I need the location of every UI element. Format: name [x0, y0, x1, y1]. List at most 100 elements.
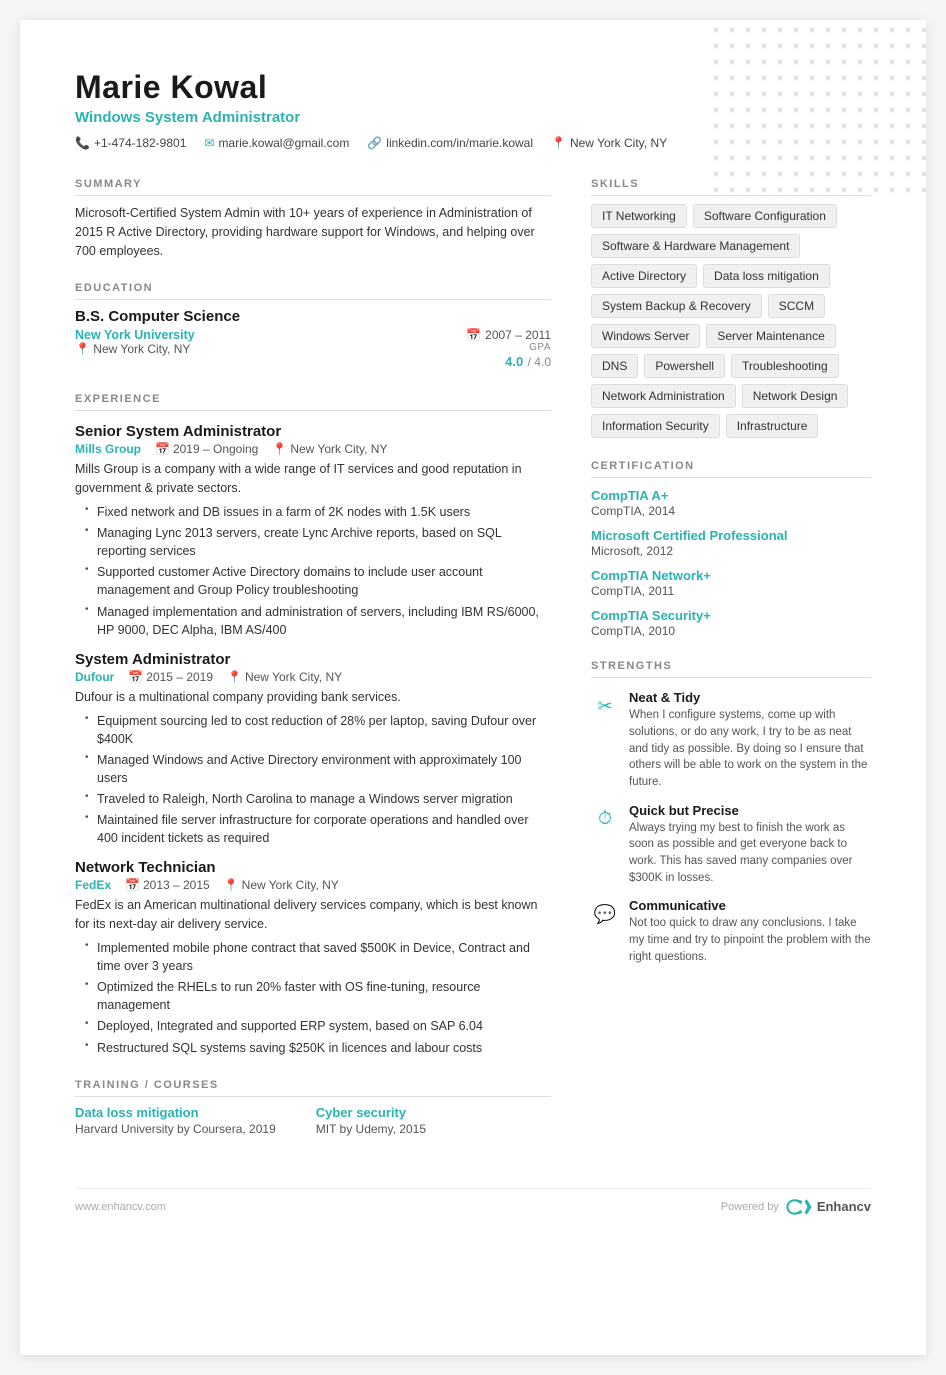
- job-description: Mills Group is a company with a wide ran…: [75, 460, 551, 498]
- skill-tag: Network Design: [742, 384, 849, 408]
- certification-item: Microsoft Certified Professional Microso…: [591, 528, 871, 558]
- footer-brand: Powered by Enhancv: [721, 1199, 871, 1215]
- education-section: EDUCATION B.S. Computer Science New York…: [75, 282, 551, 371]
- school-location-icon: 📍: [75, 342, 90, 356]
- strength-description: Not too quick to draw any conclusions. I…: [629, 915, 871, 965]
- strengths-section: STRENGTHS ✂ Neat & Tidy When I configure…: [591, 660, 871, 965]
- skill-tag: IT Networking: [591, 204, 687, 228]
- candidate-title: Windows System Administrator: [75, 109, 871, 126]
- right-column: SKILLS IT NetworkingSoftware Configurati…: [591, 178, 871, 1158]
- education-right: 📅 2007 – 2011 GPA 4.0 / 4.0: [466, 328, 551, 371]
- linkedin-url: linkedin.com/in/marie.kowal: [386, 136, 533, 150]
- job-bullet: Managing Lync 2013 servers, create Lync …: [85, 524, 551, 560]
- job-meta: FedEx 📅 2013 – 2015 📍 New York City, NY: [75, 878, 551, 892]
- job-bullet: Managed implementation and administratio…: [85, 603, 551, 639]
- certification-item: CompTIA Network+ CompTIA, 2011: [591, 568, 871, 598]
- training-name: Data loss mitigation: [75, 1105, 276, 1120]
- job-location: 📍 New York City, NY: [224, 878, 339, 892]
- skill-tag: Active Directory: [591, 264, 697, 288]
- skill-tag: Software Configuration: [693, 204, 837, 228]
- enhancv-logo: Enhancv: [785, 1199, 871, 1215]
- strength-item: 💬 Communicative Not too quick to draw an…: [591, 898, 871, 965]
- job-location: 📍 New York City, NY: [227, 670, 342, 684]
- job-company: Dufour: [75, 670, 114, 684]
- skill-tag: Windows Server: [591, 324, 700, 348]
- strength-icon: 💬: [591, 900, 619, 928]
- gpa-max: / 4.0: [528, 355, 551, 369]
- job-location: 📍 New York City, NY: [272, 442, 387, 456]
- education-left: New York University 📍 New York City, NY: [75, 328, 195, 356]
- powered-by-text: Powered by: [721, 1201, 779, 1213]
- job-bullet: Maintained file server infrastructure fo…: [85, 811, 551, 847]
- brand-name: Enhancv: [817, 1199, 871, 1214]
- degree-name: B.S. Computer Science: [75, 308, 551, 325]
- job-dates: 📅 2013 – 2015: [125, 878, 210, 892]
- summary-text: Microsoft-Certified System Admin with 10…: [75, 204, 551, 260]
- skill-tag: Information Security: [591, 414, 720, 438]
- certification-item: CompTIA A+ CompTIA, 2014: [591, 488, 871, 518]
- skill-tag: DNS: [591, 354, 638, 378]
- strength-body: Neat & Tidy When I configure systems, co…: [629, 690, 871, 790]
- resume-footer: www.enhancv.com Powered by Enhancv: [75, 1188, 871, 1215]
- job-dates: 📅 2015 – 2019: [128, 670, 213, 684]
- job-description: FedEx is an American multinational deliv…: [75, 896, 551, 934]
- gpa-value: 4.0: [505, 354, 523, 369]
- job-bullets: Fixed network and DB issues in a farm of…: [75, 503, 551, 639]
- job-bullets: Equipment sourcing led to cost reduction…: [75, 712, 551, 848]
- linkedin-contact: 🔗 linkedin.com/in/marie.kowal: [367, 136, 533, 150]
- strengths-title: STRENGTHS: [591, 660, 871, 678]
- experience-section: EXPERIENCE Senior System Administrator M…: [75, 393, 551, 1056]
- location-icon: 📍: [551, 136, 566, 150]
- cert-issuer: CompTIA, 2014: [591, 504, 871, 518]
- strength-body: Communicative Not too quick to draw any …: [629, 898, 871, 965]
- certification-title: CERTIFICATION: [591, 460, 871, 478]
- cert-issuer: Microsoft, 2012: [591, 544, 871, 558]
- training-section: TRAINING / COURSES Data loss mitigation …: [75, 1079, 551, 1136]
- job-bullet: Deployed, Integrated and supported ERP s…: [85, 1017, 551, 1035]
- experience-job-item: Network Technician FedEx 📅 2013 – 2015 📍…: [75, 859, 551, 1056]
- strength-item: ✂ Neat & Tidy When I configure systems, …: [591, 690, 871, 790]
- contact-bar: 📞 +1-474-182-9801 ✉ marie.kowal@gmail.co…: [75, 136, 871, 150]
- skill-tag: Troubleshooting: [731, 354, 839, 378]
- skill-tag: SCCM: [768, 294, 825, 318]
- candidate-name: Marie Kowal: [75, 70, 871, 105]
- education-dates: 📅 2007 – 2011: [466, 328, 551, 342]
- certification-section: CERTIFICATION CompTIA A+ CompTIA, 2014 M…: [591, 460, 871, 638]
- job-bullet: Implemented mobile phone contract that s…: [85, 939, 551, 975]
- enhancv-icon: [785, 1199, 813, 1215]
- strength-title: Quick but Precise: [629, 803, 871, 818]
- job-meta: Dufour 📅 2015 – 2019 📍 New York City, NY: [75, 670, 551, 684]
- job-bullet: Equipment sourcing led to cost reduction…: [85, 712, 551, 748]
- job-bullets: Implemented mobile phone contract that s…: [75, 939, 551, 1057]
- training-grid: Data loss mitigation Harvard University …: [75, 1105, 551, 1136]
- training-item: Data loss mitigation Harvard University …: [75, 1105, 276, 1136]
- cert-name: Microsoft Certified Professional: [591, 528, 871, 543]
- skill-tag: Powershell: [644, 354, 725, 378]
- skill-tag: Network Administration: [591, 384, 736, 408]
- experience-title: EXPERIENCE: [75, 393, 551, 411]
- skill-tag: Server Maintenance: [706, 324, 835, 348]
- location-text: New York City, NY: [570, 136, 667, 150]
- strength-description: When I configure systems, come up with s…: [629, 707, 871, 790]
- phone-icon: 📞: [75, 136, 90, 150]
- summary-section: SUMMARY Microsoft-Certified System Admin…: [75, 178, 551, 260]
- cert-name: CompTIA Security+: [591, 608, 871, 623]
- job-bullet: Fixed network and DB issues in a farm of…: [85, 503, 551, 521]
- school-name: New York University: [75, 328, 195, 342]
- job-title: Network Technician: [75, 859, 551, 876]
- job-meta: Mills Group 📅 2019 – Ongoing 📍 New York …: [75, 442, 551, 456]
- cert-name: CompTIA A+: [591, 488, 871, 503]
- skills-grid: IT NetworkingSoftware Configuration Softw…: [591, 204, 871, 438]
- job-title: Senior System Administrator: [75, 423, 551, 440]
- gpa-container: GPA 4.0 / 4.0: [466, 342, 551, 371]
- strengths-list: ✂ Neat & Tidy When I configure systems, …: [591, 690, 871, 965]
- strength-description: Always trying my best to finish the work…: [629, 820, 871, 887]
- job-description: Dufour is a multinational company provid…: [75, 688, 551, 707]
- cert-name: CompTIA Network+: [591, 568, 871, 583]
- skill-tag: Software & Hardware Management: [591, 234, 800, 258]
- location-contact: 📍 New York City, NY: [551, 136, 667, 150]
- two-column-layout: SUMMARY Microsoft-Certified System Admin…: [75, 178, 871, 1158]
- experience-jobs-list: Senior System Administrator Mills Group …: [75, 423, 551, 1056]
- skills-section: SKILLS IT NetworkingSoftware Configurati…: [591, 178, 871, 438]
- school-location: 📍 New York City, NY: [75, 342, 195, 356]
